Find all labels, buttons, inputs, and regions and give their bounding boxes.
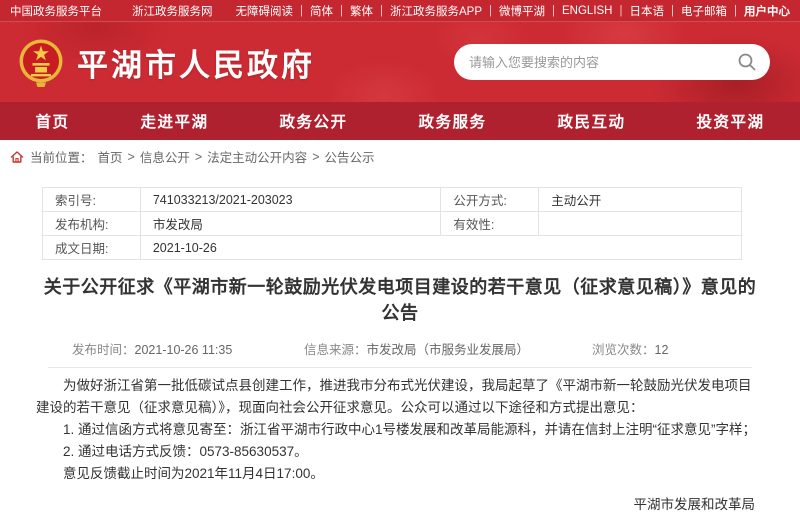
- topbar-link-email[interactable]: 电子邮箱: [681, 3, 727, 19]
- topbar-link-zhejiang-app[interactable]: 浙江政务服务APP: [390, 3, 482, 19]
- breadcrumb-separator: >: [128, 150, 135, 164]
- national-emblem-logo: [18, 36, 64, 88]
- breadcrumb-label: 当前位置：: [30, 147, 93, 166]
- breadcrumb-item-announcements[interactable]: 公告公示: [325, 147, 375, 166]
- document-info-table: 索引号: 741033213/2021-203023 公开方式: 主动公开 发布…: [42, 187, 742, 260]
- breadcrumb-separator: >: [312, 150, 319, 164]
- content-area: 索引号: 741033213/2021-203023 公开方式: 主动公开 发布…: [0, 187, 800, 513]
- topbar-divider: |: [552, 5, 555, 17]
- publish-time-label: 发布时间：: [72, 343, 135, 357]
- breadcrumb-item-statutory-disclosure[interactable]: 法定主动公开内容: [207, 147, 307, 166]
- main-nav: 首页 走进平湖 政务公开 政务服务 政民互动 投资平湖: [0, 102, 800, 140]
- topbar-divider: |: [340, 5, 343, 17]
- topbar-link-accessibility[interactable]: 无障碍阅读: [235, 3, 293, 19]
- body-paragraph-deadline: 意见反馈截止时间为2021年11月4日17:00。: [36, 463, 764, 485]
- issuing-agency-label: 发布机构:: [43, 212, 141, 236]
- table-row: 成文日期: 2021-10-26: [43, 236, 742, 260]
- index-number-value: 741033213/2021-203023: [140, 188, 441, 212]
- validity-label: 有效性:: [441, 212, 539, 236]
- nav-item-public-interaction[interactable]: 政民互动: [557, 110, 625, 132]
- topbar-link-weibo-pinghu[interactable]: 微博平湖: [499, 3, 545, 19]
- topbar: 中国政务服务平台 浙江政务服务网 无障碍阅读 | 简体 | 繁体 | 浙江政务服…: [0, 0, 800, 22]
- topbar-divider: |: [380, 5, 383, 17]
- search-icon[interactable]: [737, 52, 757, 72]
- site-brand[interactable]: 平湖市人民政府: [18, 36, 315, 88]
- breadcrumb-separator: >: [195, 150, 202, 164]
- home-icon: [10, 150, 24, 164]
- site-header: 平湖市人民政府: [0, 22, 800, 102]
- breadcrumb: 当前位置： 首页 > 信息公开 > 法定主动公开内容 > 公告公示: [0, 140, 800, 171]
- publish-time-value: 2021-10-26 11:35: [135, 343, 233, 357]
- index-number-label: 索引号:: [43, 188, 141, 212]
- topbar-link-english[interactable]: ENGLISH: [562, 5, 613, 17]
- breadcrumb-item-home[interactable]: 首页: [98, 147, 123, 166]
- publish-time: 发布时间：2021-10-26 11:35: [72, 339, 304, 358]
- disclosure-method-label: 公开方式:: [441, 188, 539, 212]
- search-input[interactable]: [467, 54, 737, 71]
- site-title: 平湖市人民政府: [77, 40, 315, 85]
- document-date-label: 成文日期:: [43, 236, 141, 260]
- info-source-value: 市发改局（市服务业发展局）: [367, 343, 530, 357]
- view-count-value: 12: [655, 343, 669, 357]
- topbar-divider: |: [620, 5, 623, 17]
- issuing-agency-value: 市发改局: [140, 212, 441, 236]
- topbar-divider: |: [489, 5, 492, 17]
- table-row: 发布机构: 市发改局 有效性:: [43, 212, 742, 236]
- topbar-divider: |: [734, 5, 737, 17]
- table-row: 索引号: 741033213/2021-203023 公开方式: 主动公开: [43, 188, 742, 212]
- document-date-value: 2021-10-26: [140, 236, 741, 260]
- topbar-right-links: 无障碍阅读 | 简体 | 繁体 | 浙江政务服务APP | 微博平湖 | ENG…: [235, 3, 790, 19]
- topbar-divider: |: [671, 5, 674, 17]
- nav-item-gov-disclosure[interactable]: 政务公开: [279, 110, 347, 132]
- nav-item-gov-services[interactable]: 政务服务: [418, 110, 486, 132]
- view-count-label: 浏览次数：: [592, 343, 655, 357]
- topbar-link-simplified-chinese[interactable]: 简体: [310, 3, 333, 19]
- topbar-link-user-center[interactable]: 用户中心: [744, 3, 790, 19]
- nav-item-home[interactable]: 首页: [35, 110, 69, 132]
- disclosure-method-value: 主动公开: [539, 188, 742, 212]
- meta-divider: [48, 367, 752, 368]
- info-source-label: 信息来源：: [304, 343, 367, 357]
- article-body: 为做好浙江省第一批低碳试点县创建工作，推进我市分布式光伏建设，我局起草了《平湖市…: [36, 375, 764, 485]
- article-meta: 发布时间：2021-10-26 11:35 信息来源：市发改局（市服务业发展局）…: [72, 339, 800, 358]
- topbar-link-china-gov-platform[interactable]: 中国政务服务平台: [10, 3, 102, 19]
- validity-value: [539, 212, 742, 236]
- body-paragraph-mail-feedback: 1. 通过信函方式将意见寄至：浙江省平湖市行政中心1号楼发展和改革局能源科，并请…: [36, 419, 764, 441]
- view-count: 浏览次数：12: [592, 339, 668, 358]
- page: 中国政务服务平台 浙江政务服务网 无障碍阅读 | 简体 | 繁体 | 浙江政务服…: [0, 0, 800, 513]
- issuing-agency-signature: 平湖市发展和改革局: [0, 493, 755, 513]
- topbar-link-japanese[interactable]: 日本语: [630, 3, 665, 19]
- page-title: 关于公开征求《平湖市新一轮鼓励光伏发电项目建设的若干意见（征求意见稿）》意见的公…: [40, 273, 760, 325]
- topbar-link-traditional-chinese[interactable]: 繁体: [350, 3, 373, 19]
- search-box: [454, 44, 770, 80]
- topbar-link-zhejiang-gov-service[interactable]: 浙江政务服务网: [132, 3, 213, 19]
- breadcrumb-item-info-disclosure[interactable]: 信息公开: [140, 147, 190, 166]
- topbar-divider: |: [300, 5, 303, 17]
- body-paragraph-intro: 为做好浙江省第一批低碳试点县创建工作，推进我市分布式光伏建设，我局起草了《平湖市…: [36, 375, 764, 419]
- nav-item-invest-pinghu[interactable]: 投资平湖: [696, 110, 764, 132]
- body-paragraph-phone-feedback: 2. 通过电话方式反馈：0573-85630537。: [36, 441, 764, 463]
- topbar-left-links: 中国政务服务平台 浙江政务服务网: [10, 3, 213, 19]
- nav-item-about-pinghu[interactable]: 走进平湖: [140, 110, 208, 132]
- info-source: 信息来源：市发改局（市服务业发展局）: [304, 339, 592, 358]
